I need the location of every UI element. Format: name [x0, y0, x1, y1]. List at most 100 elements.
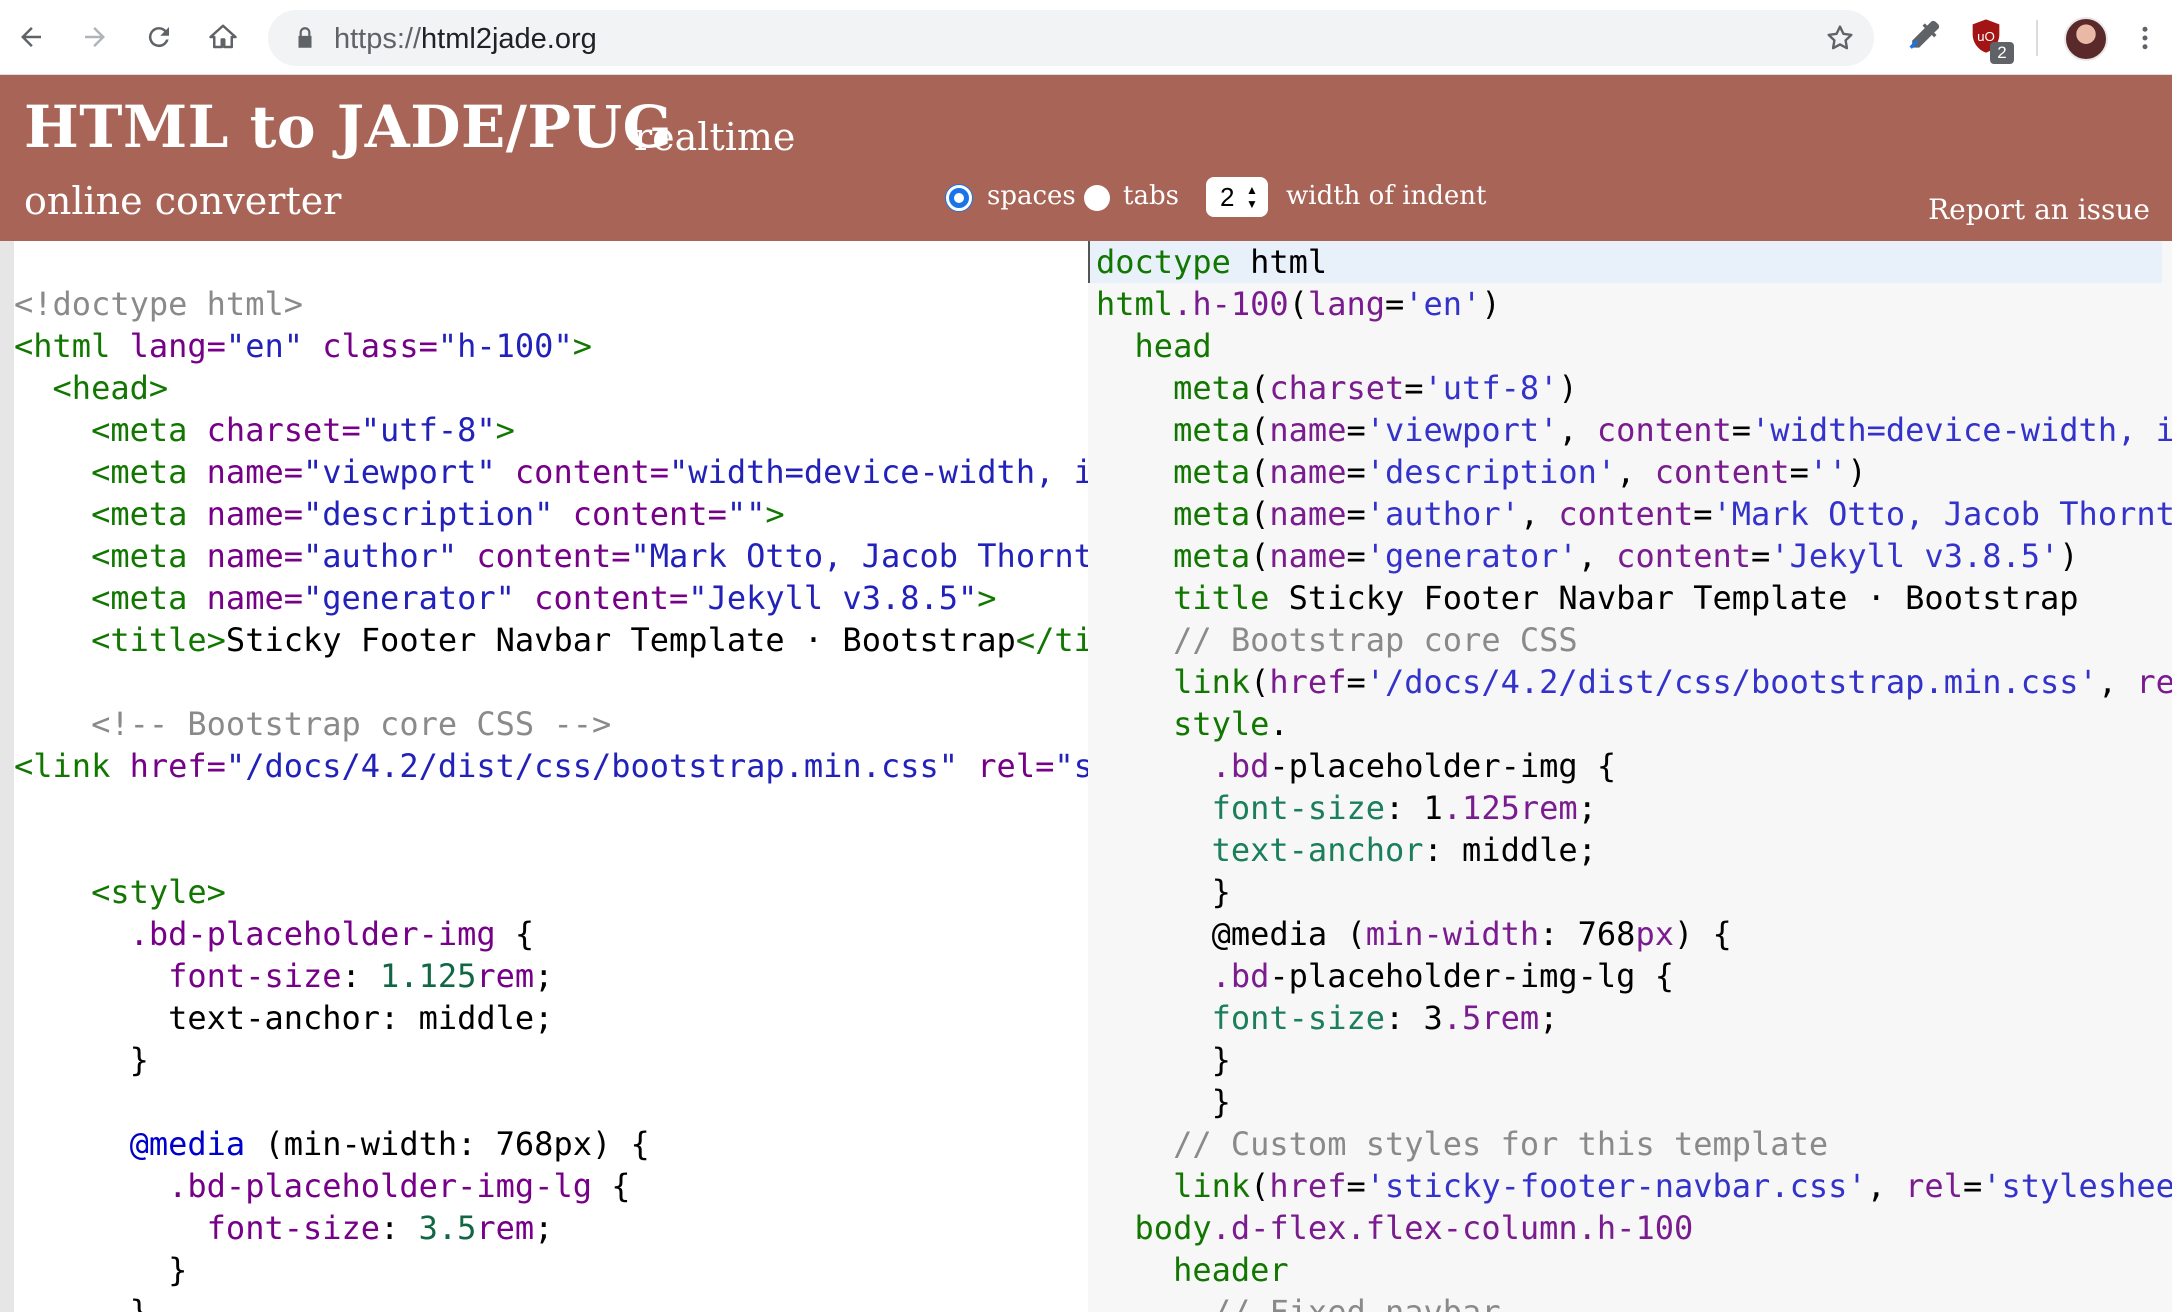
code-token: (min-width: 768px) { — [245, 1125, 650, 1163]
code-line: link(href='/docs/4.2/dist/css/bootstrap.… — [1096, 661, 2172, 703]
site-subtitle: online converter — [24, 179, 342, 223]
code-token: text-anchor: middle; — [14, 999, 554, 1037]
code-token: ; — [1577, 789, 1597, 827]
code-token: Sticky Footer Navbar Template · Bootstra… — [225, 621, 1016, 659]
reload-button[interactable] — [140, 18, 178, 56]
code-token: meta — [1173, 453, 1251, 491]
code-token: ) — [1558, 369, 1578, 407]
code-token: "Mark Otto, Jacob Thornt — [630, 537, 1089, 575]
reload-icon — [148, 27, 169, 48]
code-line: @media (min-width: 768px) { — [14, 1123, 650, 1165]
code-token: . — [1269, 705, 1289, 743]
code-token: : 3 — [1384, 999, 1443, 1037]
tabs-label[interactable]: tabs — [1123, 181, 1179, 211]
indent-width-stepper[interactable]: 2 ▲ ▼ — [1206, 177, 1268, 217]
code-line: } — [14, 1249, 187, 1291]
code-line: @media (min-width: 768px) { — [1096, 913, 1732, 955]
code-line: body.d-flex.flex-column.h-100 — [1096, 1207, 1694, 1249]
code-token: body — [1134, 1209, 1212, 1247]
arrow-right-icon — [85, 27, 105, 47]
code-token: "author" — [302, 537, 477, 575]
code-token: content — [1596, 411, 1732, 449]
code-token: "" — [726, 495, 766, 533]
code-token: { — [591, 1167, 631, 1205]
code-token: header — [1173, 1251, 1289, 1289]
address-bar[interactable]: https://html2jade.org — [268, 10, 1874, 66]
home-button[interactable] — [204, 18, 242, 56]
code-token: px — [1635, 915, 1674, 953]
code-line: meta(charset='utf-8') — [1096, 367, 1578, 409]
code-token: charset= — [206, 411, 361, 449]
indent-width-value: 2 — [1220, 182, 1235, 212]
report-issue-link[interactable]: Report an issue — [1928, 193, 2150, 226]
code-token: '' — [1808, 453, 1848, 491]
code-token: meta — [1173, 411, 1251, 449]
code-token: style — [1173, 705, 1270, 743]
url-host: html2jade.org — [421, 23, 597, 55]
code-line: <meta charset="utf-8"> — [14, 409, 515, 451]
code-line: // Fixed navbar — [1096, 1291, 1501, 1312]
code-token: ; — [1539, 999, 1559, 1037]
code-line: // Custom styles for this template — [1096, 1123, 1828, 1165]
code-token: .h-100 — [1173, 285, 1289, 323]
code-token: rem — [476, 1209, 535, 1247]
code-line: <!doctype html> — [14, 283, 303, 325]
code-line: html.h-100(lang='en') — [1096, 283, 1501, 325]
code-token: <meta — [91, 579, 207, 617]
code-token: : — [341, 957, 381, 995]
code-line: style. — [1096, 703, 1289, 745]
html-input-editor[interactable]: <!doctype html> <html lang="en" class="h-… — [0, 241, 1088, 1312]
tabs-radio[interactable] — [1084, 185, 1110, 211]
code-line: } — [1096, 1081, 1231, 1123]
spaces-radio[interactable] — [946, 185, 972, 211]
code-token: 3.5 — [418, 1209, 477, 1247]
code-token: rel= — [977, 747, 1055, 785]
spaces-label[interactable]: spaces — [987, 181, 1076, 211]
code-token: href — [1269, 663, 1347, 701]
code-token: rel — [1905, 1167, 1963, 1205]
code-token: "viewport" — [302, 453, 515, 491]
code-token: = — [1962, 1167, 1983, 1205]
code-token: "width=device-width, i — [669, 453, 1088, 491]
menu-kebab-icon[interactable] — [2130, 20, 2160, 56]
code-token: lang= — [129, 327, 226, 365]
code-token: ( — [1250, 537, 1270, 575]
code-token: @media — [129, 1125, 246, 1163]
profile-avatar[interactable] — [2064, 17, 2108, 61]
back-button[interactable] — [12, 18, 50, 56]
code-token: 'author' — [1365, 495, 1520, 533]
code-line: font-size: 3.5rem; — [1096, 997, 1559, 1039]
bookmark-star-icon[interactable] — [1824, 22, 1856, 54]
code-token: : middle; — [1423, 831, 1597, 869]
stepper-arrows-icon[interactable]: ▲ ▼ — [1246, 183, 1258, 211]
code-line: text-anchor: middle; — [14, 997, 553, 1039]
code-token: <html — [14, 327, 130, 365]
code-line: .bd-placeholder-img-lg { — [1096, 955, 1674, 997]
code-token: <title> — [91, 621, 226, 659]
code-token: name= — [206, 579, 303, 617]
code-line: } — [14, 1291, 149, 1312]
pug-output-editor[interactable]: doctype html html.h-100(lang='en') head m… — [1088, 241, 2172, 1312]
browser-toolbar: https://html2jade.org uO 2 — [0, 0, 2172, 75]
code-token: > — [977, 579, 997, 617]
code-line: head — [1096, 325, 1212, 367]
code-token: link — [1173, 663, 1251, 701]
code-token: 'Mark Otto, Jacob Thornt — [1712, 495, 2172, 533]
code-line: title Sticky Footer Navbar Template · Bo… — [1096, 577, 2078, 619]
eyedropper-extension-icon[interactable] — [1904, 16, 1944, 56]
code-token: ( — [1250, 663, 1270, 701]
code-token: content= — [476, 537, 631, 575]
forward-button[interactable] — [76, 18, 114, 56]
code-token: = — [1404, 369, 1424, 407]
code-line: meta(name='author', content='Mark Otto, … — [1096, 493, 2172, 535]
code-token: ( — [1288, 285, 1308, 323]
code-token: <head> — [52, 369, 169, 407]
home-icon — [209, 24, 237, 49]
